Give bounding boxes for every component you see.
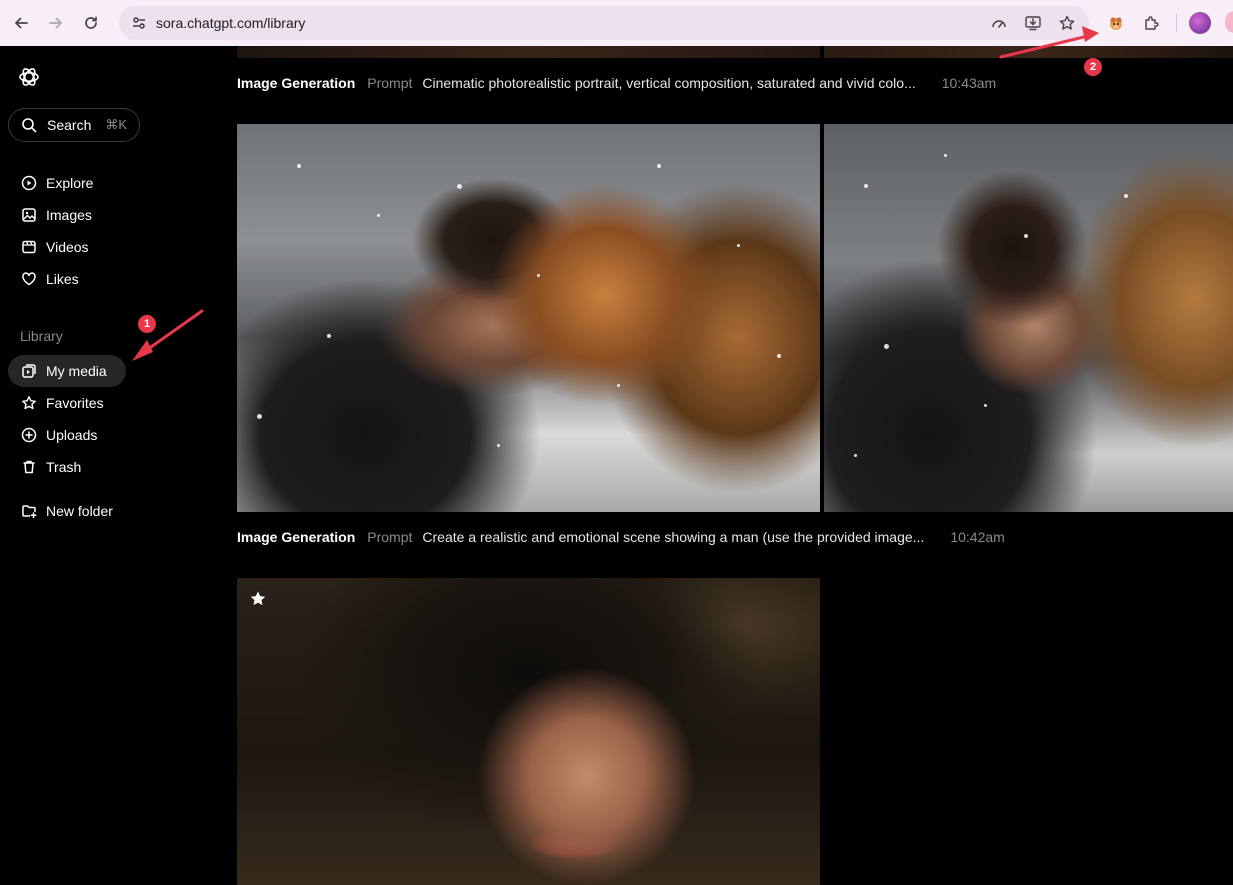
media-thumbnail[interactable]	[824, 46, 1233, 58]
media-feed: Image Generation Prompt Cinematic photor…	[220, 46, 1233, 885]
site-settings-icon[interactable]	[129, 13, 149, 33]
sidebar-item-explore[interactable]: Explore	[8, 167, 126, 199]
extension-icon[interactable]	[1104, 11, 1128, 35]
sidebar-item-label: Likes	[46, 271, 79, 287]
address-bar[interactable]: sora.chatgpt.com/library	[119, 6, 1089, 40]
previous-media-row[interactable]	[237, 46, 1233, 58]
generation-time: 10:42am	[950, 529, 1005, 545]
trash-icon	[20, 458, 38, 476]
star-icon	[20, 394, 38, 412]
sidebar-item-likes[interactable]: Likes	[8, 263, 126, 295]
video-icon	[20, 238, 38, 256]
media-thumbnail-lion-embrace-1[interactable]	[237, 124, 820, 512]
generation-time: 10:43am	[941, 75, 997, 91]
prompt-key: Prompt	[367, 529, 413, 545]
generation-meta: Image Generation Prompt Cinematic photor…	[237, 75, 996, 91]
sidebar-item-label: Favorites	[46, 395, 104, 411]
search-button[interactable]: Search ⌘K	[8, 108, 140, 142]
media-icon	[20, 362, 38, 380]
annotation-badge-1: 1	[138, 315, 156, 333]
profile-badge[interactable]	[1225, 11, 1233, 33]
sidebar-item-label: Trash	[46, 459, 82, 475]
prompt-text[interactable]: Create a realistic and emotional scene s…	[422, 529, 924, 545]
sidebar-item-my-media[interactable]: My media	[8, 355, 126, 387]
heart-icon	[20, 270, 38, 288]
toolbar-divider	[1176, 14, 1177, 32]
sidebar-item-favorites[interactable]: Favorites	[8, 387, 126, 419]
sidebar-item-label: Images	[46, 207, 92, 223]
sidebar-item-label: My media	[46, 363, 107, 379]
search-shortcut: ⌘K	[105, 117, 128, 132]
sidebar-item-label: Videos	[46, 239, 89, 255]
image-icon	[20, 206, 38, 224]
sidebar-item-label: Explore	[46, 175, 94, 191]
performance-icon[interactable]	[989, 13, 1009, 33]
annotation-badge-2: 2	[1084, 58, 1102, 76]
plus-circle-icon	[20, 426, 38, 444]
prompt-text[interactable]: Cinematic photorealistic portrait, verti…	[422, 75, 915, 91]
sidebar-item-videos[interactable]: Videos	[8, 231, 126, 263]
reload-icon[interactable]	[79, 11, 103, 35]
install-app-icon[interactable]	[1023, 13, 1043, 33]
bookmark-star-icon[interactable]	[1057, 13, 1077, 33]
search-icon	[20, 116, 38, 134]
media-thumbnail-portrait[interactable]	[237, 578, 820, 885]
sidebar-item-uploads[interactable]: Uploads	[8, 419, 126, 451]
generation-meta: Image Generation Prompt Create a realist…	[237, 529, 1005, 545]
openai-logo-icon[interactable]	[17, 65, 41, 89]
library-section-label: Library	[20, 328, 63, 344]
generation-type: Image Generation	[237, 75, 356, 91]
profile-avatar[interactable]	[1189, 12, 1211, 34]
forward-icon[interactable]	[44, 11, 68, 35]
browser-toolbar: sora.chatgpt.com/library	[0, 0, 1233, 46]
prompt-key: Prompt	[367, 75, 413, 91]
puzzle-icon[interactable]	[1140, 11, 1164, 35]
back-icon[interactable]	[9, 11, 33, 35]
favorite-star-icon[interactable]	[249, 590, 267, 608]
media-thumbnail-lion-embrace-2[interactable]	[824, 124, 1233, 512]
address-url[interactable]: sora.chatgpt.com/library	[156, 15, 305, 31]
generation-type: Image Generation	[237, 529, 356, 545]
sidebar-item-trash[interactable]: Trash	[8, 451, 126, 483]
sidebar-item-images[interactable]: Images	[8, 199, 126, 231]
media-thumbnail[interactable]	[237, 46, 820, 58]
search-label: Search	[47, 117, 92, 133]
new-folder-label: New folder	[46, 503, 113, 519]
new-folder-button[interactable]: New folder	[8, 495, 138, 527]
play-circle-icon	[20, 174, 38, 192]
folder-plus-icon	[20, 502, 38, 520]
sidebar-item-label: Uploads	[46, 427, 98, 443]
sidebar: Search ⌘K Explore Images Videos Likes Li…	[0, 46, 220, 885]
